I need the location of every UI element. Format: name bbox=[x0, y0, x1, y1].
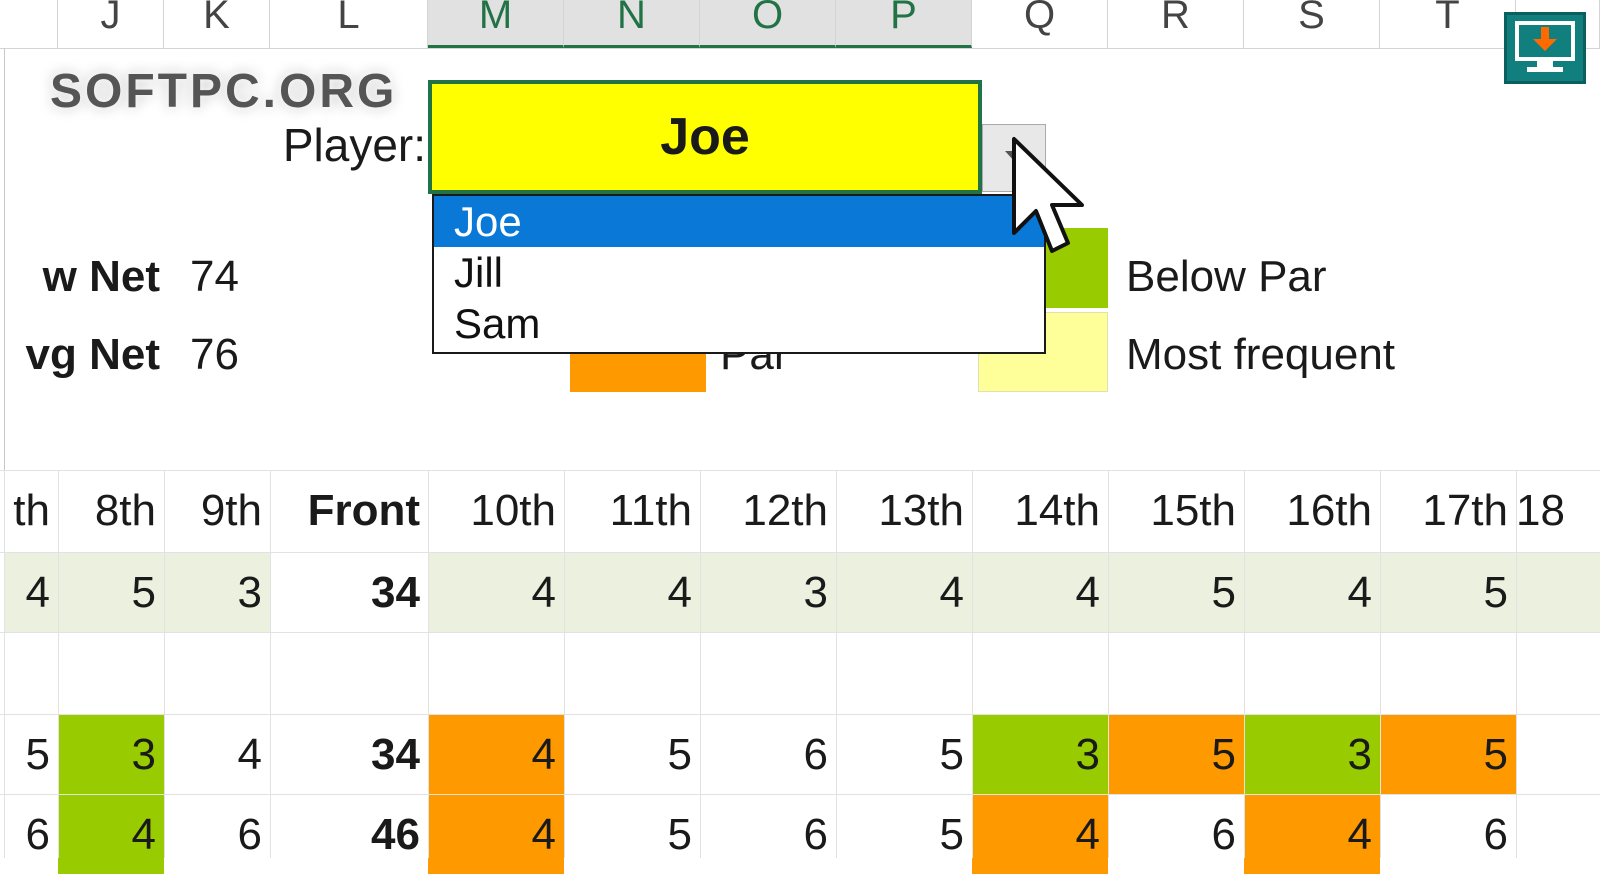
grid-column-line bbox=[700, 470, 701, 858]
column-header-k[interactable]: K bbox=[164, 0, 270, 48]
player-dropdown-list: Joe Jill Sam bbox=[432, 194, 1046, 354]
column-header-o[interactable]: O bbox=[700, 0, 836, 48]
par-cell[interactable]: 4 bbox=[564, 553, 700, 632]
score-cell[interactable]: 6 bbox=[700, 715, 836, 794]
legend-label-most-frequent: Most frequent bbox=[1126, 330, 1396, 379]
hole-header-cell[interactable]: 15th bbox=[1108, 471, 1244, 551]
score-cell[interactable]: 3 bbox=[1244, 715, 1380, 794]
score-cell[interactable]: 5 bbox=[4, 715, 58, 794]
grid-row-line bbox=[0, 632, 1600, 633]
par-cell[interactable]: 5 bbox=[58, 553, 164, 632]
watermark-logo: SOFTPC.ORG bbox=[50, 65, 398, 118]
hole-header-cell[interactable]: 12th bbox=[700, 471, 836, 551]
score-cell[interactable]: 4 bbox=[972, 795, 1108, 874]
score-cell[interactable]: 4 bbox=[1244, 795, 1380, 874]
player-label: Player: bbox=[282, 119, 426, 171]
hole-header-cell[interactable]: 18 bbox=[1516, 471, 1600, 551]
monitor-download-graphic bbox=[1515, 21, 1575, 72]
score-cell[interactable] bbox=[1516, 795, 1600, 874]
par-cell[interactable]: 4 bbox=[4, 553, 58, 632]
hole-header-cell[interactable]: Front bbox=[270, 471, 428, 551]
hole-header-cell[interactable]: 10th bbox=[428, 471, 564, 551]
column-header-j[interactable]: J bbox=[58, 0, 164, 48]
column-header-t[interactable]: T bbox=[1380, 0, 1516, 48]
score-cell[interactable]: 4 bbox=[428, 715, 564, 794]
hole-header-cell[interactable]: 8th bbox=[58, 471, 164, 551]
hole-header-cell[interactable]: 16th bbox=[1244, 471, 1380, 551]
column-header-r[interactable]: R bbox=[1108, 0, 1244, 48]
par-cell[interactable]: 34 bbox=[270, 553, 428, 632]
column-header-n[interactable]: N bbox=[564, 0, 700, 48]
par-cell[interactable]: 3 bbox=[700, 553, 836, 632]
column-header-s[interactable]: S bbox=[1244, 0, 1380, 48]
par-cell[interactable] bbox=[1516, 553, 1600, 632]
par-cell[interactable]: 4 bbox=[428, 553, 564, 632]
score-cell[interactable] bbox=[1516, 715, 1600, 794]
dropdown-option-joe[interactable]: Joe bbox=[434, 196, 1044, 247]
score-cell[interactable]: 34 bbox=[270, 715, 428, 794]
grid-column-line bbox=[58, 470, 59, 858]
hole-header-cell[interactable]: th bbox=[4, 471, 58, 551]
hole-header-cell[interactable]: 9th bbox=[164, 471, 270, 551]
par-cell[interactable]: 5 bbox=[1380, 553, 1516, 632]
grid-column-line bbox=[270, 470, 271, 858]
score-cell[interactable]: 46 bbox=[270, 795, 428, 874]
score-cell[interactable]: 6 bbox=[164, 795, 270, 874]
grid-column-line bbox=[972, 470, 973, 858]
par-cell[interactable]: 5 bbox=[1108, 553, 1244, 632]
score-cell[interactable]: 3 bbox=[972, 715, 1108, 794]
player-input[interactable]: Joe bbox=[428, 80, 982, 194]
stat-label-low-net: w Net bbox=[42, 252, 160, 301]
hole-header-cell[interactable]: 17th bbox=[1380, 471, 1516, 551]
score-cell[interactable]: 6 bbox=[1380, 795, 1516, 874]
grid-column-line bbox=[564, 470, 565, 858]
par-cell[interactable]: 4 bbox=[1244, 553, 1380, 632]
download-monitor-icon[interactable] bbox=[1504, 12, 1586, 84]
par-cell[interactable]: 4 bbox=[972, 553, 1108, 632]
hole-header-cell[interactable]: 14th bbox=[972, 471, 1108, 551]
grid-column-line bbox=[1380, 470, 1381, 858]
column-header-p[interactable]: P bbox=[836, 0, 972, 48]
column-header-partial[interactable] bbox=[0, 0, 58, 48]
par-cell[interactable]: 3 bbox=[164, 553, 270, 632]
stat-value-low-net: 74 bbox=[190, 252, 239, 301]
par-cell[interactable]: 4 bbox=[836, 553, 972, 632]
grid-column-line bbox=[1516, 470, 1517, 858]
score-cell[interactable]: 6 bbox=[700, 795, 836, 874]
score-cell[interactable]: 5 bbox=[1108, 715, 1244, 794]
column-header-l[interactable]: L bbox=[270, 0, 428, 48]
grid-column-line bbox=[164, 470, 165, 858]
dropdown-option-jill[interactable]: Jill bbox=[434, 247, 1044, 298]
score-cell[interactable]: 5 bbox=[564, 715, 700, 794]
score-cell[interactable]: 5 bbox=[1380, 715, 1516, 794]
score-cell[interactable]: 5 bbox=[564, 795, 700, 874]
score-cell[interactable]: 6 bbox=[1108, 795, 1244, 874]
grid-column-line bbox=[1108, 470, 1109, 858]
dropdown-option-sam[interactable]: Sam bbox=[434, 298, 1044, 349]
column-header-m[interactable]: M bbox=[428, 0, 564, 48]
score-cell[interactable]: 5 bbox=[836, 795, 972, 874]
score-cell[interactable]: 3 bbox=[58, 715, 164, 794]
grid-column-line bbox=[836, 470, 837, 858]
score-cell[interactable]: 6 bbox=[4, 795, 58, 874]
legend-label-below-par: Below Par bbox=[1126, 252, 1327, 301]
mouse-cursor-icon bbox=[1012, 137, 1084, 253]
hole-header-cell[interactable]: 11th bbox=[564, 471, 700, 551]
stat-value-avg-net: 76 bbox=[190, 330, 239, 379]
grid-column-line bbox=[4, 470, 5, 858]
column-header-q[interactable]: Q bbox=[972, 0, 1108, 48]
score-cell[interactable]: 4 bbox=[164, 715, 270, 794]
grid-column-line bbox=[1244, 470, 1245, 858]
score-cell[interactable]: 4 bbox=[58, 795, 164, 874]
score-cell[interactable]: 5 bbox=[836, 715, 972, 794]
stat-label-avg-net: vg Net bbox=[25, 330, 160, 379]
column-header-bar: J K L M N O P Q R S T bbox=[0, 0, 1600, 49]
hole-header-cell[interactable]: 13th bbox=[836, 471, 972, 551]
score-cell[interactable]: 4 bbox=[428, 795, 564, 874]
grid-column-line bbox=[428, 470, 429, 858]
